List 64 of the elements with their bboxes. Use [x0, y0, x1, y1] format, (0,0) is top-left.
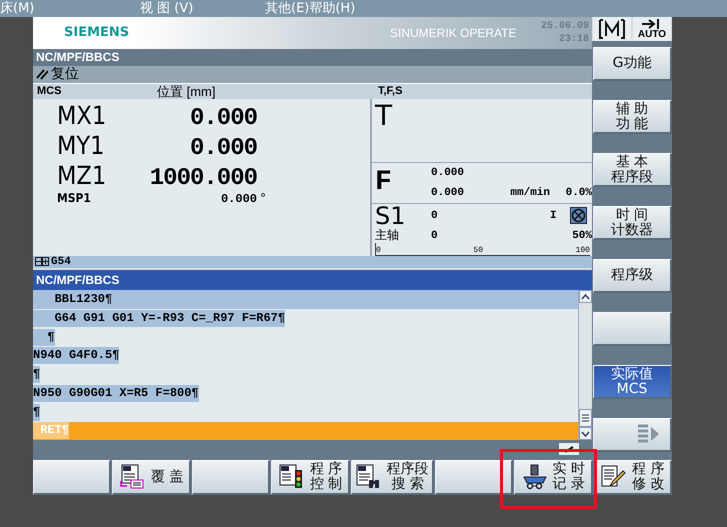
softkey[interactable]: 基 本 程序段 — [593, 153, 672, 187]
axis-value: 0.000 — [220, 192, 257, 206]
channel-status: 复位 — [51, 65, 79, 84]
softkey[interactable]: 实 时 记 录 — [514, 460, 593, 495]
program-path: NC/MPF/BBCS — [33, 48, 592, 66]
grip-icon — [582, 414, 589, 422]
softkey[interactable]: G功能 — [593, 47, 672, 81]
axis-value: 1000.000 — [148, 164, 257, 192]
spindle-value: 0 — [431, 230, 439, 242]
program-title: NC/MPF/BBCS — [33, 270, 592, 290]
softkey[interactable] — [593, 312, 672, 346]
tool-label: T — [375, 98, 392, 132]
axis-value: 0.000 — [188, 104, 257, 132]
axis-name: MSP1 — [56, 190, 92, 205]
column-header: 位置 [mm] — [157, 84, 216, 99]
softkey[interactable]: 覆 盖 — [112, 460, 191, 495]
machine-glasses-icon — [520, 464, 547, 490]
override-value: 0.0% — [564, 186, 592, 199]
document-binoculars-icon — [354, 464, 381, 490]
softkey[interactable] — [192, 460, 270, 495]
auto-mode-button[interactable]: AUTO — [633, 17, 671, 41]
axis-name: MX1 — [56, 100, 108, 130]
tick-label: 0 — [376, 247, 381, 256]
document-traffic-light-icon — [278, 464, 304, 490]
softkey[interactable]: 程序级 — [593, 259, 672, 293]
chevron-down-icon — [581, 430, 590, 437]
spindle-stop-icon — [570, 207, 587, 224]
unit-text: ° — [260, 190, 266, 205]
softkey[interactable] — [593, 418, 672, 452]
column-header: MCS — [36, 84, 62, 99]
date-text: 25.06.09 — [540, 20, 589, 33]
softkey[interactable]: 程序段 搜 索 — [350, 460, 434, 495]
tick-label: 50 — [473, 247, 483, 256]
column-header: T,F,S — [377, 84, 402, 99]
frame-icon — [35, 257, 49, 266]
override-value: 50% — [571, 230, 592, 242]
feed-value: 0.000 — [431, 186, 466, 199]
softkey[interactable]: 时 间 计数器 — [593, 206, 672, 240]
direction-text: I — [550, 210, 558, 222]
tick-label: 100 — [576, 247, 590, 256]
feed-label: F — [375, 166, 393, 200]
slash-icon — [36, 68, 48, 80]
softkey[interactable] — [33, 460, 112, 495]
feed-value: 0.000 — [431, 166, 466, 179]
brand-logo: SIEMENS — [64, 25, 130, 40]
scroll-down-button[interactable] — [579, 427, 592, 440]
axis-name: MZ1 — [56, 160, 108, 190]
axis-value: 0.000 — [188, 134, 257, 162]
softkey[interactable]: 实际值 MCS — [593, 365, 672, 399]
chevron-up-icon — [581, 294, 590, 300]
softkey[interactable] — [434, 460, 514, 495]
scroll-up-button[interactable] — [579, 290, 592, 304]
document-overlay-icon — [118, 464, 145, 490]
softkey[interactable]: 程 序 控 制 — [271, 460, 350, 495]
machine-mode-icon[interactable] — [593, 17, 631, 41]
product-name: SINUMERIK OPERATE — [390, 26, 518, 40]
unit-text: mm/min — [509, 186, 551, 199]
work-offset: G54 — [51, 256, 71, 268]
scroll-thumb[interactable] — [579, 409, 592, 428]
spindle-value: 0 — [431, 210, 439, 222]
axis-name: MY1 — [56, 130, 106, 160]
spindle-name: 主轴 — [375, 227, 400, 244]
softkey[interactable]: 辅 助 功 能 — [593, 100, 672, 134]
spindle-label: S1 — [375, 202, 407, 230]
